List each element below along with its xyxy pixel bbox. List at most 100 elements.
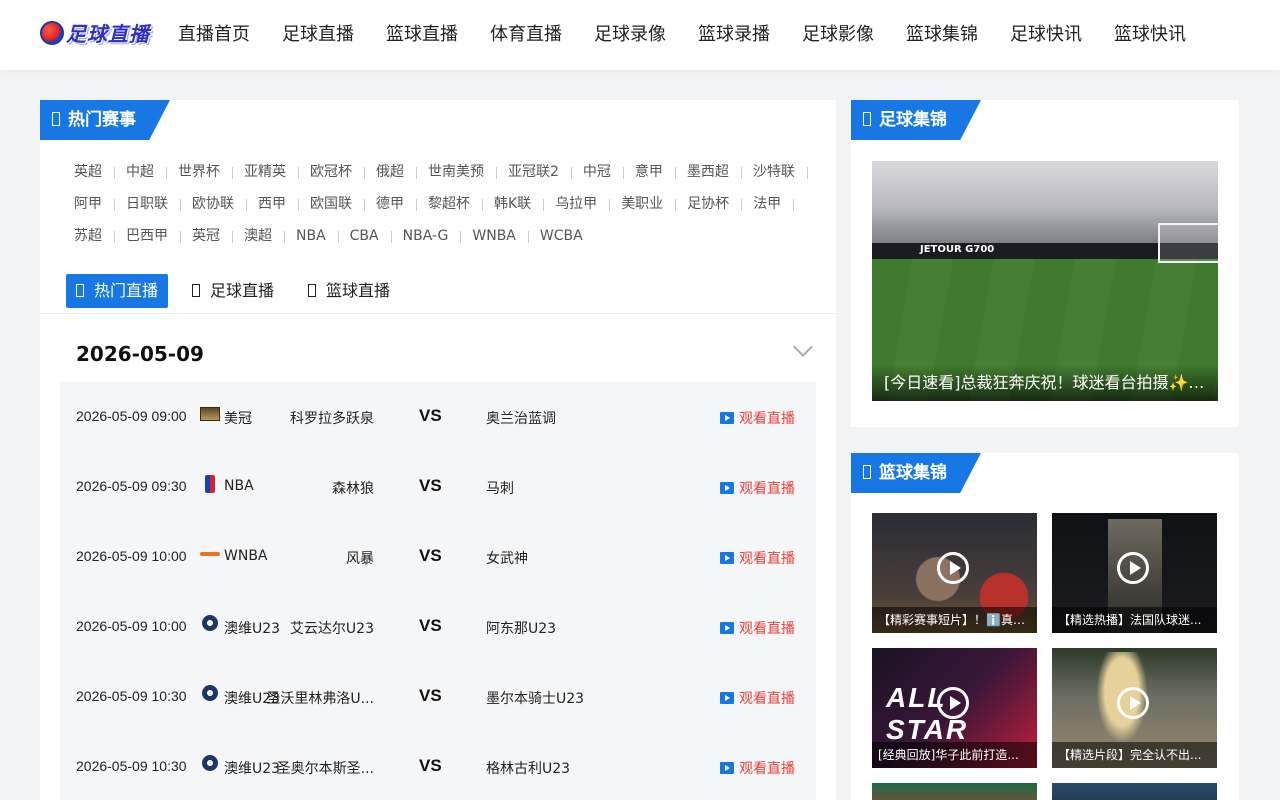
nba-logo-icon [205,475,215,493]
play-icon [720,622,734,634]
league-link[interactable]: 沙特联 [743,156,808,188]
match-league: 美冠 [224,411,252,427]
league-link[interactable]: NBA-G [393,220,462,252]
league-link[interactable]: 欧国联 [300,188,365,220]
league-link[interactable]: 俄超 [366,156,417,188]
league-link[interactable]: 足协杯 [677,188,743,220]
league-badge-icon [200,407,220,421]
league-link[interactable]: 德甲 [366,188,417,220]
league-link[interactable]: WCBA [530,220,593,252]
play-icon[interactable] [1117,552,1149,584]
play-icon[interactable] [937,552,969,584]
tab-hot-live[interactable]: 热门直播 [66,274,169,308]
basketball-video-card[interactable]: 【精选片段】完全认不出... [1052,648,1217,768]
watch-live-link[interactable]: 观看直播 [720,758,795,778]
league-link[interactable]: 法甲 [743,188,795,220]
match-row: 2026-05-09 10:30 澳维U23 圣沃里林弗洛U... VS 墨尔本骑士U2… [60,662,816,732]
watch-live-label: 观看直播 [739,551,795,567]
play-icon[interactable] [937,687,969,719]
league-link[interactable]: 英冠 [182,220,233,252]
basketball-video-card[interactable] [872,783,1037,800]
match-time: 2026-05-09 10:30 [76,758,187,774]
league-link[interactable]: WNBA [462,220,529,252]
nav-item-football-video[interactable]: 足球影像 [788,0,888,70]
ad-board-text: JETOUR G700 [920,244,995,255]
play-icon [720,412,734,424]
league-link[interactable]: 意甲 [625,156,676,188]
away-team: 格林古利U23 [486,761,571,777]
football-highlights-title-text: 足球集锦 [879,110,947,130]
league-link[interactable]: 韩K联 [484,188,545,220]
league-link[interactable]: 澳超 [234,220,285,252]
hot-events-title: 热门赛事 [40,100,170,140]
football-highlights-title: 足球集锦 [851,100,981,140]
league-link[interactable]: 英超 [64,156,115,188]
nav-item-basketball-news[interactable]: 篮球快讯 [1100,0,1200,70]
nav-item-football-replay[interactable]: 足球录像 [580,0,680,70]
league-link[interactable]: 中超 [116,156,167,188]
nav-item-basketball-live[interactable]: 篮球直播 [372,0,472,70]
play-icon[interactable] [1117,687,1149,719]
league-list: 英超 中超 世界杯 亚精英 欧冠杯 俄超 世南美预 亚冠联2 中冠 意甲 墨西超 沙特联阿甲 日职联 欧协… [64,156,824,252]
away-team: 阿东那U23 [486,621,557,637]
watch-live-link[interactable]: 观看直播 [720,408,795,428]
league-link[interactable]: 中冠 [573,156,624,188]
watch-live-link[interactable]: 观看直播 [720,688,795,708]
match-time: 2026-05-09 10:30 [76,688,187,704]
league-link[interactable]: 亚冠联2 [498,156,572,188]
goal-net [1158,223,1218,263]
match-time: 2026-05-09 10:00 [76,548,187,564]
league-link[interactable]: CBA [340,220,392,252]
league-link[interactable]: 阿甲 [64,188,115,220]
home-team: 科罗拉多跃泉 [290,411,374,427]
vs-label: VS [419,616,442,635]
play-icon [720,552,734,564]
home-team: 圣奥尔本斯圣... [276,761,374,777]
league-link[interactable]: 美职业 [611,188,677,220]
league-link[interactable]: 日职联 [116,188,181,220]
basketball-video-card[interactable]: 【精彩赛事短片】！ℹ️真！... [872,513,1037,633]
league-link[interactable]: 乌拉甲 [545,188,611,220]
logo-text: 足球直播 [66,22,150,46]
away-team: 墨尔本骑士U23 [486,691,585,707]
chevron-down-icon[interactable] [793,337,813,357]
league-link[interactable]: 亚精英 [234,156,299,188]
nav-item-football-live[interactable]: 足球直播 [268,0,368,70]
match-row: 2026-05-09 10:00 澳维U23 艾云达尔U23 VS 阿东那U23 观看直播 [60,592,816,662]
league-link[interactable]: 苏超 [64,220,115,252]
basketball-video-card[interactable]: 【精选热播】法国队球迷... [1052,513,1217,633]
watch-live-link[interactable]: 观看直播 [720,478,795,498]
tab-basketball-live[interactable]: 篮球直播 [298,274,400,308]
league-link[interactable]: 世界杯 [168,156,233,188]
nav-item-basketball-replay[interactable]: 篮球录播 [684,0,784,70]
league-link[interactable]: NBA [286,220,339,252]
league-link[interactable]: 黎超杯 [418,188,483,220]
nav-item-sports-live[interactable]: 体育直播 [476,0,576,70]
home-team: 风暴 [346,551,374,567]
vs-label: VS [419,406,442,425]
vs-label: VS [419,546,442,565]
league-link[interactable]: 欧冠杯 [300,156,365,188]
nav-item-football-news[interactable]: 足球快讯 [996,0,1096,70]
league-link[interactable]: 世南美预 [418,156,497,188]
football-highlight-caption[interactable]: [今日速看]总裁狂奔庆祝！球迷看台拍摄✨C... [872,365,1218,401]
site-logo[interactable]: 足球直播 [40,18,150,47]
basketball-video-card[interactable]: ALL STAR [经典回放]华子此前打造... [872,648,1037,768]
league-link[interactable]: 巴西甲 [116,220,181,252]
video-caption: 【精彩赛事短片】！ℹ️真！... [872,607,1037,633]
play-icon [720,692,734,704]
nav-item-home[interactable]: 直播首页 [164,0,264,70]
football-highlight-video[interactable]: JETOUR G700 [今日速看]总裁狂奔庆祝！球迷看台拍摄✨C... [872,161,1218,401]
nav-item-basketball-highlights[interactable]: 篮球集锦 [892,0,992,70]
league-link[interactable]: 墨西超 [677,156,742,188]
watch-live-label: 观看直播 [739,621,795,637]
league-link[interactable]: 欧协联 [182,188,247,220]
watch-live-link[interactable]: 观看直播 [720,618,795,638]
away-team: 奥兰治蓝调 [486,411,556,427]
tab-football-live[interactable]: 足球直播 [182,274,284,308]
league-link[interactable]: 西甲 [248,188,299,220]
basketball-video-card[interactable] [1052,783,1217,800]
home-team: 森林狼 [332,481,374,497]
watch-live-link[interactable]: 观看直播 [720,548,795,568]
basketball-highlights-title: 篮球集锦 [851,453,981,493]
